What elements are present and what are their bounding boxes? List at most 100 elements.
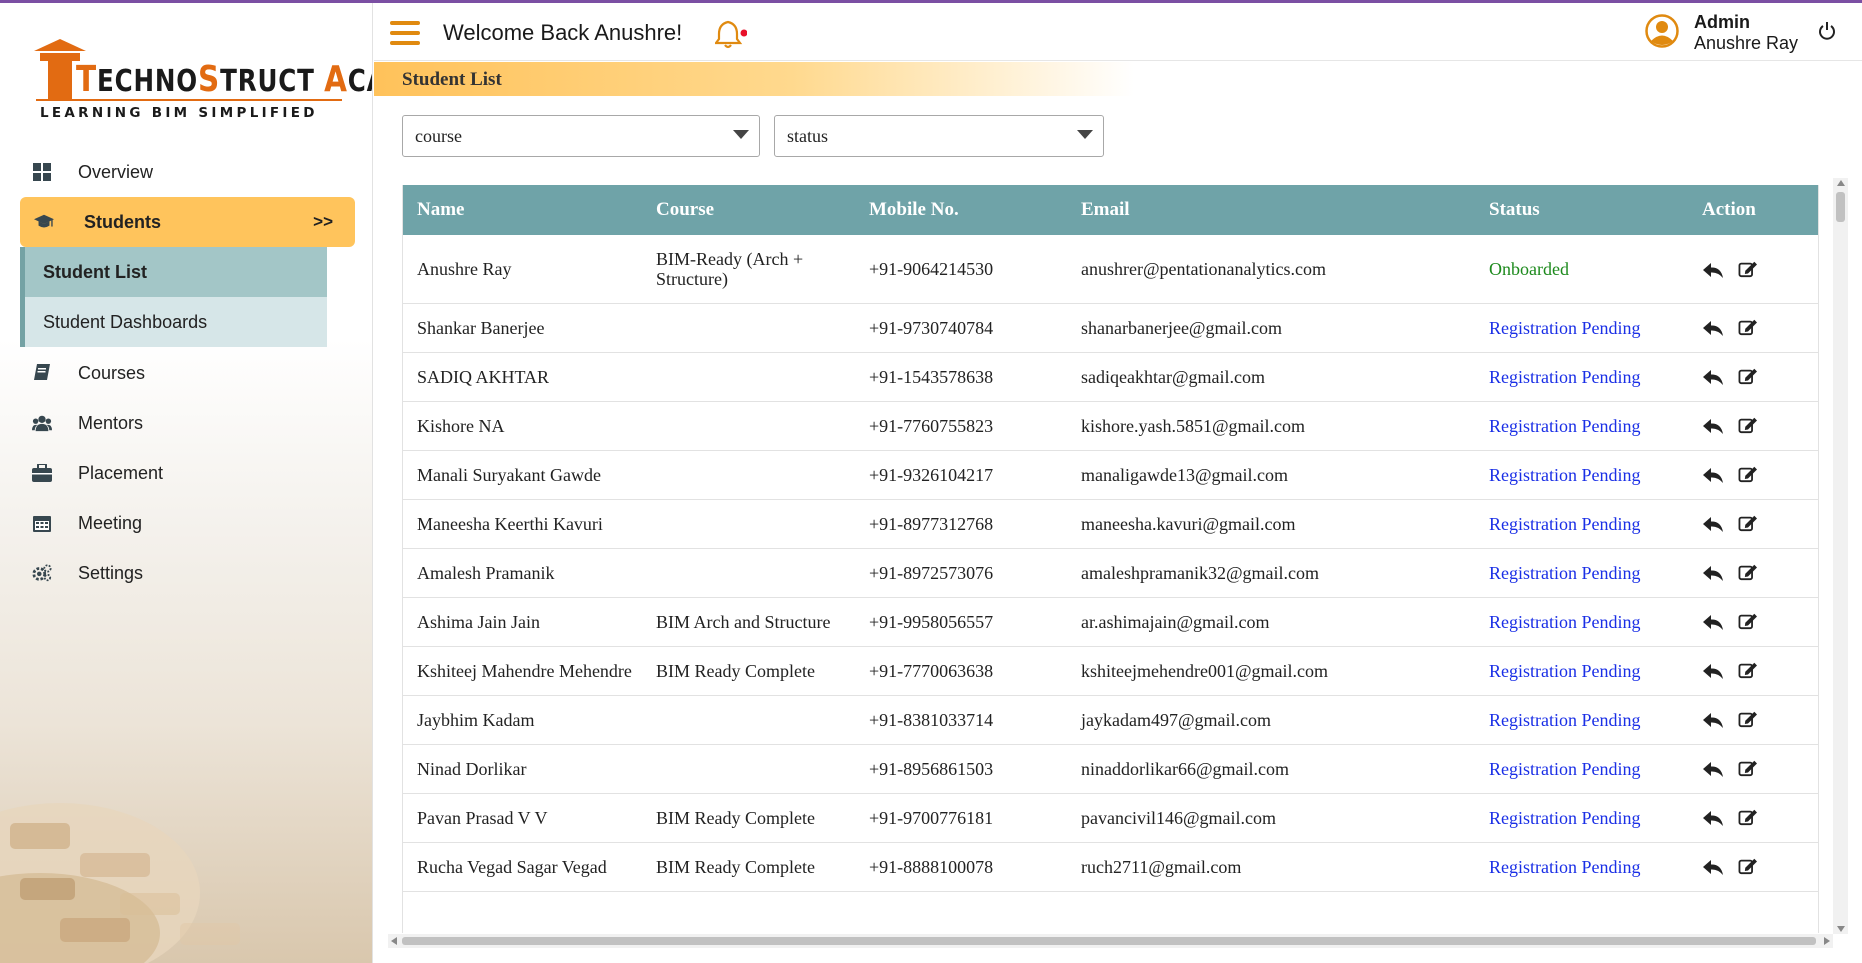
sidebar-item-label: Mentors [78,412,144,433]
table-row[interactable]: Rucha Vegad Sagar Vegad BIM Ready Complet… [402,842,1819,892]
cell-mobile: +91-7760755823 [854,401,1066,451]
horizontal-scrollbar[interactable] [388,934,1833,948]
page-title: Student List [402,69,502,90]
table-row[interactable]: Manali Suryakant Gawde +91-9326104217 mana… [402,450,1819,500]
sidebar-subitem-student-list[interactable]: Student List [20,247,327,297]
table-row[interactable]: Ashima Jain Jain BIM Arch and Structure +9… [402,597,1819,647]
cell-course [641,401,854,451]
admin-name: Anushre Ray [1694,33,1799,53]
table-row[interactable]: Ninad Dorlikar +91-8956861503 ninaddorlika… [402,744,1819,794]
reply-icon[interactable] [1702,563,1724,583]
cell-mobile: +91-9064214530 [854,235,1066,304]
edit-icon[interactable] [1738,367,1760,387]
reply-icon[interactable] [1702,759,1724,779]
sidebar-item-settings[interactable]: Settings [20,548,355,598]
chevron-down-icon [733,130,749,139]
edit-icon[interactable] [1738,514,1760,534]
reply-icon[interactable] [1702,260,1724,280]
edit-icon[interactable] [1738,465,1760,485]
table-row[interactable]: Jaybhim Kadam +91-8381033714 jaykadam497@g… [402,695,1819,745]
edit-icon[interactable] [1738,318,1760,338]
cell-course: BIM Ready Complete [641,646,854,696]
edit-icon[interactable] [1738,808,1760,828]
course-filter-value: course [415,125,462,146]
table-row[interactable]: SADIQ AKHTAR +91-1543578638 sadiqeakhtar@g… [402,352,1819,402]
power-logout-icon[interactable] [1818,22,1836,40]
edit-icon[interactable] [1738,661,1760,681]
scroll-up-arrow-icon[interactable] [1837,180,1845,186]
cell-action [1687,744,1819,794]
reply-icon[interactable] [1702,857,1724,877]
admin-avatar-icon[interactable] [1645,14,1679,48]
cell-status: Registration Pending [1474,597,1687,647]
edit-icon[interactable] [1738,759,1760,779]
sidebar-item-placement[interactable]: Placement [20,448,355,498]
column-header-mobile[interactable]: Mobile No. [854,185,1066,235]
edit-icon[interactable] [1738,857,1760,877]
reply-icon[interactable] [1702,367,1724,387]
reply-icon[interactable] [1702,710,1724,730]
course-filter-select[interactable]: course [402,115,760,157]
sidebar-item-label: Students [84,211,162,232]
scroll-left-arrow-icon[interactable] [391,937,397,945]
cell-action [1687,597,1819,647]
column-header-email[interactable]: Email [1066,185,1474,235]
reply-icon[interactable] [1702,465,1724,485]
techno-struct-academy-logo: TECHNOSTRUCT ACADEMY LEARNING BIM SIMPLI… [34,39,372,125]
vertical-scrollbar[interactable] [1833,178,1848,934]
table-row[interactable]: Kishore NA +91-7760755823 kishore.yash.585… [402,401,1819,451]
table-row[interactable]: Kshiteej Mahendre Mehendre BIM Ready Comp… [402,646,1819,696]
cell-course [641,303,854,353]
reply-icon[interactable] [1702,612,1724,632]
table-header-row: Name Course Mobile No. Email Status Acti… [402,185,1819,235]
status-filter-value: status [787,125,829,146]
sidebar-item-overview[interactable]: Overview [20,147,355,197]
column-header-course[interactable]: Course [641,185,854,235]
edit-icon[interactable] [1738,260,1760,280]
table-left-border [402,185,403,933]
cell-name: Manali Suryakant Gawde [402,450,641,500]
edit-icon[interactable] [1738,563,1760,583]
sidebar-item-students[interactable]: Students >> [20,197,355,247]
column-header-action: Action [1702,199,1756,220]
top-header: Welcome Back Anushre! Admin Anushre Ray [374,3,1862,61]
edit-icon[interactable] [1738,710,1760,730]
status-filter-select[interactable]: status [774,115,1104,157]
sidebar-item-label: Placement [78,462,164,483]
edit-icon[interactable] [1738,416,1760,436]
sidebar-item-label: Settings [78,562,144,583]
column-header-status[interactable]: Status [1474,185,1687,235]
table-row[interactable]: Pavan Prasad V V BIM Ready Complete +91-97… [402,793,1819,843]
hamburger-menu-icon[interactable] [390,21,420,45]
scroll-down-arrow-icon[interactable] [1837,926,1845,932]
edit-icon[interactable] [1738,612,1760,632]
calendar-icon [32,513,52,533]
scroll-right-arrow-icon[interactable] [1824,937,1830,945]
reply-icon[interactable] [1702,808,1724,828]
cell-action [1687,548,1819,598]
vertical-scroll-thumb[interactable] [1836,192,1845,222]
chevron-down-icon [1077,130,1093,139]
sidebar-item-courses[interactable]: Courses [20,348,355,398]
table-row[interactable]: Anushre Ray BIM-Ready (Arch + Structure) +… [402,235,1819,304]
reply-icon[interactable] [1702,318,1724,338]
reply-icon[interactable] [1702,661,1724,681]
notification-bell-icon[interactable] [715,19,747,49]
cell-course [641,548,854,598]
column-header-name[interactable]: Name [402,185,641,235]
table-row[interactable]: Shankar Banerjee +91-9730740784 shanarbane… [402,303,1819,353]
cell-email: anushrer@pentationanalytics.com [1066,235,1474,304]
reply-icon[interactable] [1702,514,1724,534]
sidebar-item-meeting[interactable]: Meeting [20,498,355,548]
cell-action [1687,793,1819,843]
sidebar-subitem-student-dashboards[interactable]: Student Dashboards [20,297,327,347]
table-row[interactable]: Maneesha Keerthi Kavuri +91-8977312768 man… [402,499,1819,549]
table-row[interactable]: Amalesh Pramanik +91-8972573076 amaleshpra… [402,548,1819,598]
cell-email: pavancivil146@gmail.com [1066,793,1474,843]
horizontal-scroll-thumb[interactable] [402,937,1816,945]
cell-mobile: +91-8381033714 [854,695,1066,745]
sidebar-item-mentors[interactable]: Mentors [20,398,355,448]
admin-role: Admin [1694,12,1750,32]
reply-icon[interactable] [1702,416,1724,436]
cell-status: Registration Pending [1474,401,1687,451]
